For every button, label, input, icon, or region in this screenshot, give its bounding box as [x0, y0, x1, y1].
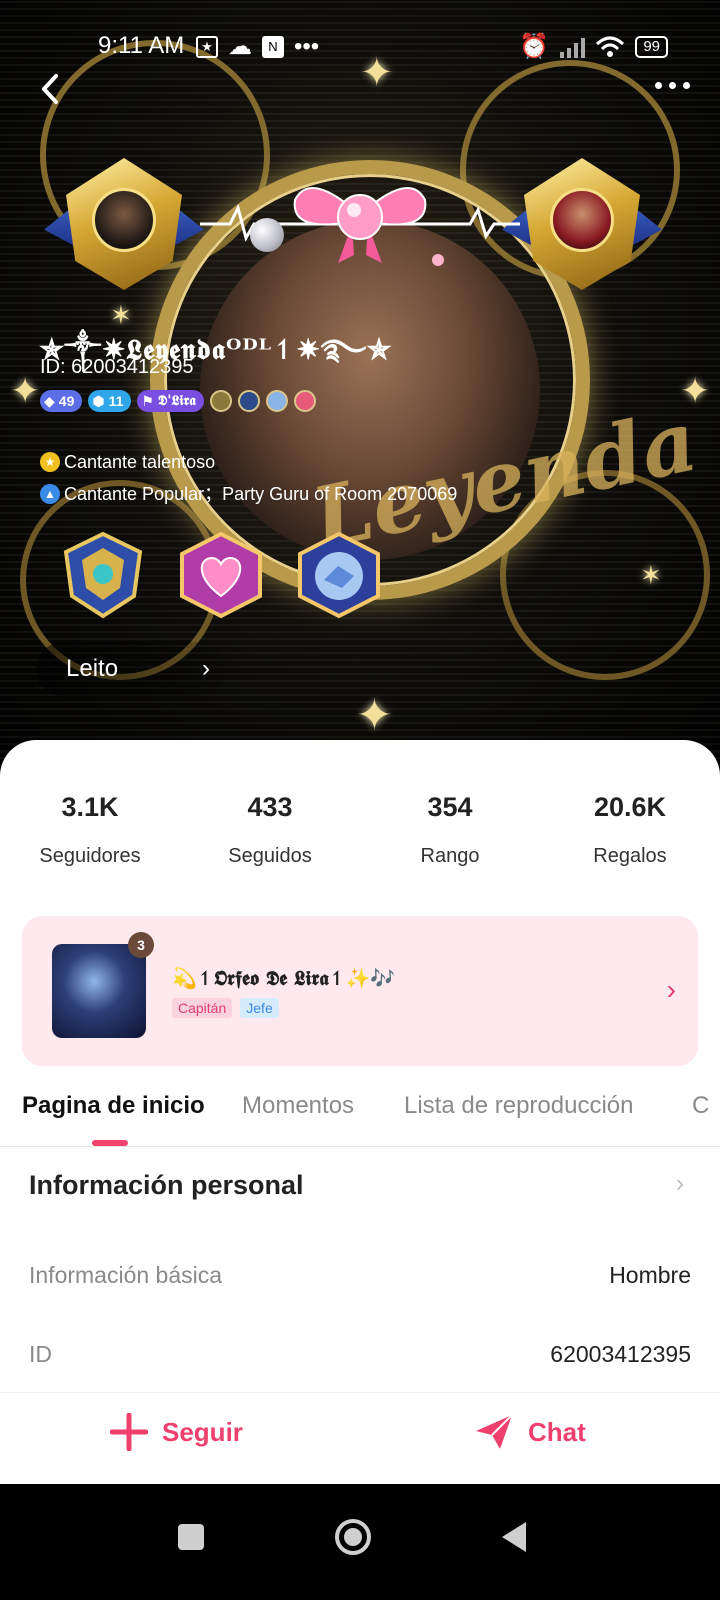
- gem-icon: ⬢: [92, 392, 105, 409]
- handshake-medal-icon[interactable]: [294, 530, 384, 620]
- tab-playlist[interactable]: Lista de reproducción: [404, 1092, 633, 1120]
- wealth-level-value: 49: [58, 393, 75, 409]
- stat-label: Seguidores: [39, 845, 141, 867]
- family-name: 💫↿𝕺𝖗𝖋𝖊𝖔 𝕯𝖊 𝕷𝖎𝖗𝖆↿✨🎶: [172, 966, 396, 990]
- action-bar: Seguir Chat: [0, 1392, 720, 1484]
- sparkle-icon: ✦: [356, 691, 393, 740]
- stat-following[interactable]: 433 Seguidos: [180, 792, 360, 868]
- chat-button[interactable]: Chat: [474, 1413, 586, 1451]
- home-icon[interactable]: [334, 1518, 372, 1556]
- diamond-icon: ◆: [44, 392, 55, 409]
- medal-badge-icon[interactable]: [265, 390, 288, 412]
- sparkle-icon: ✶: [640, 560, 662, 590]
- stat-label: Regalos: [593, 845, 667, 867]
- avatar: [92, 188, 156, 252]
- charm-level-badge[interactable]: ⬢ 11: [88, 390, 132, 412]
- pearl-bead: [432, 254, 444, 266]
- system-navigation-bar: [0, 1484, 720, 1600]
- status-bar: 9:11 AM ★ ☁ N ••• ⏰ 99: [0, 28, 720, 64]
- recent-apps-icon[interactable]: [176, 1522, 206, 1552]
- stat-gifts[interactable]: 20.6K Regalos: [540, 792, 720, 868]
- family-avatar: [52, 944, 146, 1038]
- medal-badge-icon[interactable]: [237, 390, 260, 412]
- chevron-right-icon[interactable]: ›: [676, 1170, 684, 1198]
- star-title-icon: ★: [40, 452, 60, 472]
- avatar-frame-right[interactable]: [502, 152, 662, 302]
- stat-rank[interactable]: 354 Rango: [360, 792, 540, 868]
- wealth-level-badge[interactable]: ◆ 49: [40, 390, 83, 412]
- more-notifications-icon: •••: [294, 32, 320, 60]
- profile-id: ID: 62003412395: [40, 356, 194, 378]
- popular-title-icon: ▲: [40, 484, 60, 504]
- profile-sheet: 3.1K Seguidores 433 Seguidos 354 Rango 2…: [0, 740, 720, 1490]
- stat-followers[interactable]: 3.1K Seguidores: [0, 792, 180, 868]
- signal-icon: [560, 37, 586, 58]
- follow-button[interactable]: Seguir: [110, 1413, 243, 1451]
- medal-row: [58, 530, 384, 620]
- status-time: 9:11 AM: [98, 32, 185, 59]
- chat-button-label: Chat: [528, 1416, 586, 1447]
- info-value: Hombre: [609, 1262, 691, 1288]
- wifi-icon: [596, 36, 625, 57]
- family-level-badge: 3: [128, 932, 154, 958]
- info-label: Información básica: [29, 1262, 223, 1288]
- family-badge-label: 𝕯'𝕷𝖎𝖗𝖆: [157, 393, 196, 409]
- chevron-right-icon: ›: [666, 974, 676, 1005]
- role-tag-captain: Capitán: [172, 998, 233, 1018]
- send-icon: [476, 1414, 513, 1449]
- medal-badge-icon[interactable]: [209, 390, 232, 412]
- title-text: Cantante Popular；Party Guru of Room 2070…: [64, 484, 458, 504]
- stat-value: 3.1K: [61, 792, 119, 822]
- tab-moments[interactable]: Momentos: [242, 1092, 354, 1120]
- pink-bow-icon: [293, 187, 427, 263]
- more-options-icon[interactable]: [655, 82, 690, 89]
- role-tag-boss: Jefe: [240, 998, 279, 1018]
- trophy-medal-icon[interactable]: [58, 530, 148, 620]
- title-list: ★ Cantante talentoso ▲ Cantante Popular；…: [40, 446, 457, 510]
- stat-label: Seguidos: [228, 845, 312, 867]
- app-notification-icon: N: [262, 35, 284, 58]
- back-arrow-icon[interactable]: [36, 72, 66, 106]
- badge-row: ◆ 49 ⬢ 11 ⚑ 𝕯'𝕷𝖎𝖗𝖆: [40, 390, 316, 412]
- pearl-bead: [250, 218, 284, 252]
- partner-avatar: [550, 188, 614, 252]
- info-label: ID: [29, 1341, 52, 1367]
- family-role-tags: Capitán Jefe: [172, 998, 279, 1018]
- info-value: 62003412395: [550, 1341, 691, 1367]
- follow-button-label: Seguir: [162, 1416, 243, 1447]
- battery-indicator: 99: [635, 35, 668, 58]
- stat-value: 433: [247, 792, 293, 822]
- cloud-icon: ☁: [228, 33, 252, 60]
- avatar-frame-left[interactable]: [44, 152, 204, 302]
- profile-header: Leyenda ✦ ✦ ✦ ✦ ✶ ✶ 9:11 AM ★ ☁ N ••• ⏰ …: [0, 0, 720, 780]
- stat-value: 354: [427, 792, 473, 822]
- back-icon[interactable]: [498, 1520, 528, 1554]
- family-icon: ⚑: [141, 392, 154, 409]
- family-badge[interactable]: ⚑ 𝕯'𝕷𝖎𝖗𝖆: [137, 390, 204, 412]
- stats-row: 3.1K Seguidores 433 Seguidos 354 Rango 2…: [0, 792, 720, 868]
- charm-level-value: 11: [108, 393, 124, 409]
- chevron-right-icon: ›: [202, 655, 210, 682]
- plus-icon: [110, 1413, 148, 1451]
- profile-tabs: Pagina de inicio Momentos Lista de repro…: [0, 1088, 720, 1148]
- medal-badge-icon[interactable]: [293, 390, 316, 412]
- title-text: Cantante talentoso: [64, 452, 216, 472]
- tab-home[interactable]: Pagina de inicio: [22, 1092, 205, 1120]
- star-notification-icon: ★: [196, 35, 218, 58]
- section-title[interactable]: Información personal: [29, 1170, 304, 1201]
- alarm-icon: ⏰: [519, 33, 550, 60]
- family-card[interactable]: 3 💫↿𝕺𝖗𝖋𝖊𝖔 𝕯𝖊 𝕷𝖎𝖗𝖆↿✨🎶 Capitán Jefe ›: [22, 916, 698, 1066]
- room-button-label: Leito: [66, 655, 119, 682]
- divider: [0, 1146, 720, 1147]
- heart-medal-icon[interactable]: [176, 530, 266, 620]
- room-button[interactable]: Leito ›: [36, 642, 226, 696]
- tab-more[interactable]: C: [692, 1092, 709, 1120]
- stat-label: Rango: [420, 845, 480, 867]
- sparkle-icon: ✦: [10, 370, 41, 411]
- stat-value: 20.6K: [593, 792, 667, 822]
- sparkle-icon: ✦: [680, 370, 711, 411]
